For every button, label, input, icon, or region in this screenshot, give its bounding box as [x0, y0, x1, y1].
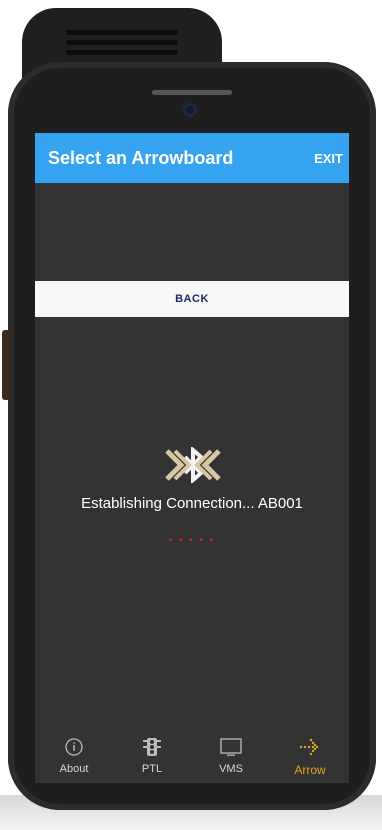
nav-label-vms: VMS [219, 763, 243, 775]
monitor-icon [220, 738, 242, 756]
side-button[interactable] [2, 330, 10, 400]
page-title: Select an Arrowboard [48, 148, 234, 168]
app-bar: Select an Arrowboard EXIT [35, 133, 349, 183]
nav-label-about: About [59, 763, 89, 775]
speaker-grille-line [66, 50, 178, 55]
earpiece-speaker [152, 90, 232, 95]
nav-label-ptl: PTL [141, 763, 163, 775]
bluetooth-connecting-icon [165, 447, 221, 483]
nav-label-arrow: Arrow [294, 763, 326, 777]
nav-item-arrow[interactable]: Arrow [271, 731, 349, 783]
back-button[interactable]: BACK [35, 281, 349, 317]
connection-status-text: Establishing Connection... AB001 [81, 495, 303, 512]
progress-dots: • • • • • [168, 535, 216, 546]
traffic-light-icon [143, 738, 161, 756]
nav-item-about[interactable]: About [35, 731, 113, 783]
device-screen: Select an Arrowboard EXIT BACK Establish… [35, 133, 349, 783]
exit-button[interactable]: EXIT [314, 151, 343, 166]
nav-item-ptl[interactable]: PTL [113, 731, 191, 783]
info-icon [65, 738, 83, 756]
nav-item-vms[interactable]: VMS [192, 731, 270, 783]
bottom-nav: About PTL VMS Arrow [35, 731, 349, 783]
speaker-grille-line [66, 40, 178, 45]
front-camera [183, 103, 197, 117]
arrow-icon [299, 738, 319, 756]
speaker-grille-line [66, 30, 178, 35]
